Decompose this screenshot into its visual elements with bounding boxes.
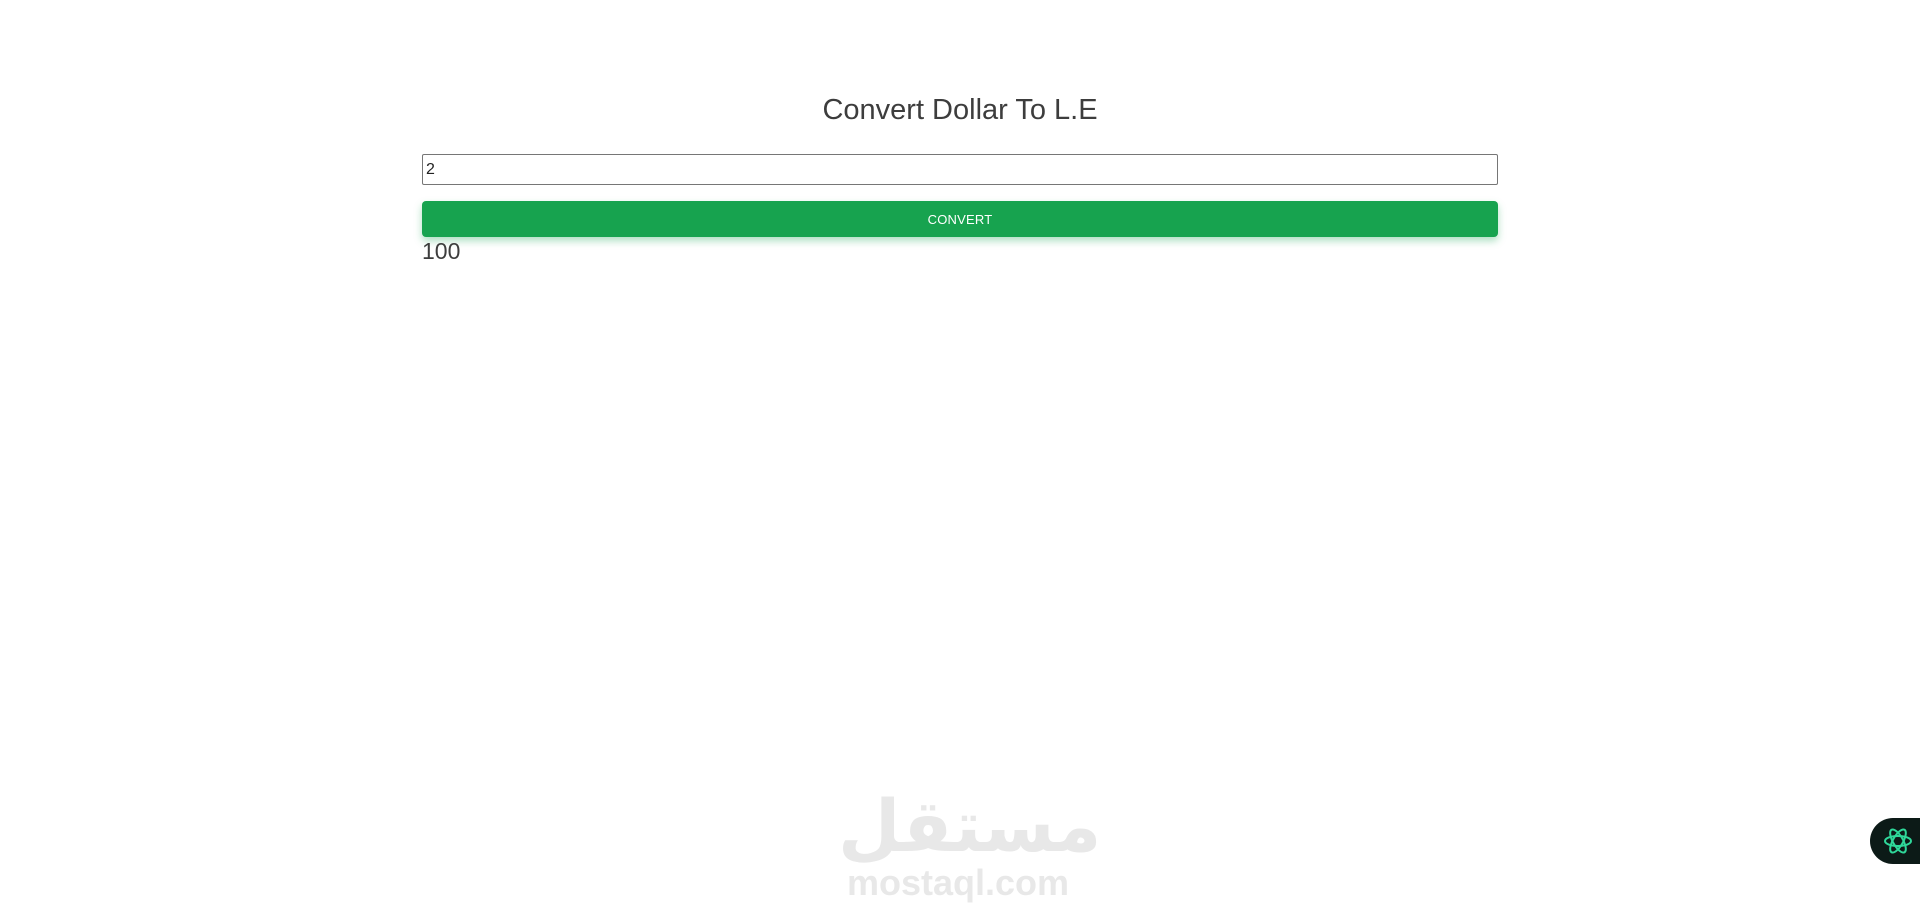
conversion-result: 100	[422, 238, 461, 264]
convert-button[interactable]: CONVERT	[422, 201, 1498, 237]
page-title: Convert Dollar To L.E	[822, 94, 1098, 126]
assistant-badge[interactable]	[1870, 818, 1920, 864]
watermark-logo: مستقل mostaql.com	[838, 784, 1102, 903]
watermark-arabic-text: مستقل	[838, 784, 1102, 868]
watermark-latin-text: mostaql.com	[846, 862, 1070, 903]
atom-icon	[1884, 828, 1912, 854]
dollar-amount-input[interactable]	[422, 154, 1498, 185]
